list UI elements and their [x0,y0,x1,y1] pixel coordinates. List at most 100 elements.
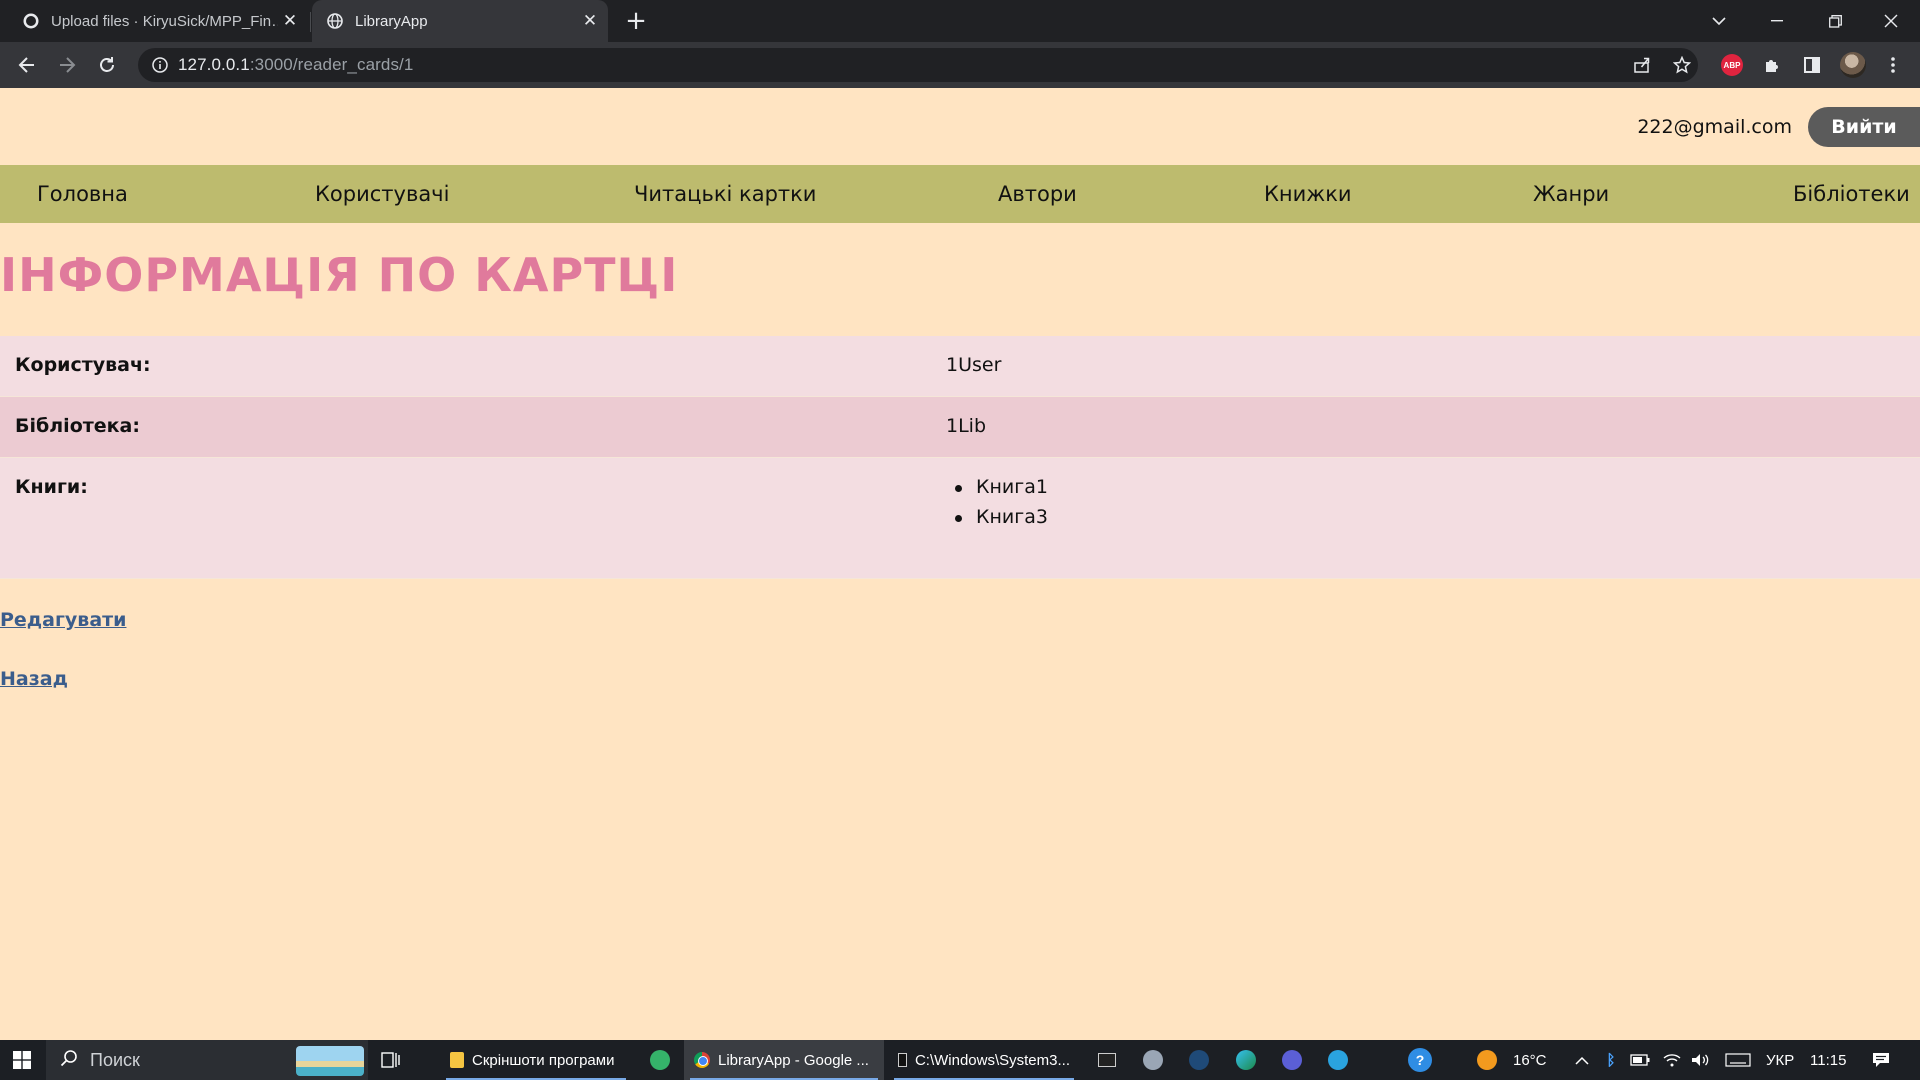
browser-tabstrip: Upload files · KiryuSick/MPP_Fin… ✕ Libr… [0,0,1920,42]
card-info-table: Користувач: 1User Бібліотека: 1Lib Книги… [0,336,1920,579]
taskbar-pinned-terminal[interactable] [1094,1040,1120,1080]
taskbar-pinned-app[interactable] [1140,1040,1166,1080]
nav-item-users[interactable]: Користувачі [315,165,449,223]
edge-icon [1236,1050,1256,1070]
nav-item-home[interactable]: Головна [37,165,128,223]
minimize-icon[interactable] [1748,0,1806,42]
profile-avatar[interactable] [1838,50,1868,80]
forward-arrow-icon[interactable] [52,50,82,80]
taskbar-app-cmd[interactable]: C:\Windows\System3... [888,1040,1080,1080]
browser-menu-icon[interactable] [1878,50,1908,80]
wifi-icon[interactable] [1660,1040,1684,1080]
user-label: Користувач: [15,354,151,376]
site-info-icon[interactable] [152,57,168,73]
search-placeholder: Поиск [90,1049,140,1070]
extensions-icon[interactable] [1757,50,1787,80]
url-path: :3000/reader_cards/1 [249,55,414,74]
close-tab-icon[interactable]: ✕ [278,9,302,33]
url-host: 127.0.0.1 [178,55,250,74]
volume-icon[interactable] [1688,1040,1712,1080]
start-button[interactable] [0,1040,44,1080]
taskbar-app-explorer[interactable]: Скріншоти програми [440,1040,632,1080]
library-value: 1Lib [946,415,987,437]
steam-icon [1189,1050,1209,1070]
nav-item-genres[interactable]: Жанри [1533,165,1609,223]
notifications-icon[interactable] [1866,1040,1896,1080]
media-player-icon [1282,1050,1302,1070]
books-list: Книга1 Книга3 [946,476,1048,536]
tab-libraryapp[interactable]: LibraryApp ✕ [312,0,608,42]
back-arrow-icon[interactable] [12,50,42,80]
telegram-icon [1328,1050,1348,1070]
taskbar-app-chrome[interactable]: LibraryApp - Google ... [684,1040,884,1080]
app-icon [1143,1050,1163,1070]
bookmark-star-icon[interactable] [1667,50,1697,80]
clock[interactable]: 11:15 [1810,1040,1846,1080]
nav-item-libraries[interactable]: Бібліотеки [1793,165,1910,223]
reload-icon[interactable] [92,50,122,80]
browser-toolbar: 127.0.0.1:3000/reader_cards/1 ABP [0,42,1920,88]
main-navigation: Головна Користувачі Читацькі картки Авто… [0,165,1920,223]
side-panel-icon[interactable] [1797,50,1827,80]
back-link[interactable]: Назад [0,668,68,690]
weather-temperature[interactable]: 16°C [1513,1040,1547,1080]
taskbar-search[interactable]: Поиск [46,1040,368,1080]
table-row-library: Бібліотека: 1Lib [0,397,1920,458]
windows-logo-icon [13,1051,31,1069]
task-view-icon[interactable] [376,1040,406,1080]
library-label: Бібліотека: [15,415,140,437]
console-icon [1098,1053,1116,1067]
books-label: Книги: [15,476,88,498]
tab-divider [310,12,311,32]
weather-icon [1474,1040,1500,1080]
user-value: 1User [946,354,1002,376]
edit-link[interactable]: Редагувати [0,609,126,631]
taskbar-pinned-player[interactable] [1279,1040,1305,1080]
page-content: 222@gmail.com Вийти Головна Користувачі … [0,88,1920,1040]
tab-search-icon[interactable] [1690,0,1748,42]
account-area: 222@gmail.com Вийти [1637,106,1920,148]
table-row-user: Користувач: 1User [0,336,1920,397]
taskbar-app-surfshark[interactable] [646,1040,674,1080]
help-icon[interactable]: ? [1405,1040,1435,1080]
restore-icon[interactable] [1806,0,1864,42]
list-item-book: Книга1 [946,476,1048,506]
taskbar-app-label: Скріншоти програми [472,1051,615,1069]
taskbar-app-label: LibraryApp - Google ... [718,1051,869,1069]
page-title: ІНФОРМАЦІЯ ПО КАРТЦІ [0,248,679,302]
taskbar-pinned-edge[interactable] [1233,1040,1259,1080]
vpn-icon [650,1050,670,1070]
search-highlight-image [296,1046,364,1076]
language-indicator[interactable]: УКР [1766,1040,1794,1080]
chrome-icon [694,1052,710,1068]
github-icon [22,13,39,30]
globe-icon [326,13,343,30]
taskbar-pinned-telegram[interactable] [1325,1040,1351,1080]
logout-button[interactable]: Вийти [1808,107,1920,147]
bluetooth-icon[interactable]: ᛒ [1600,1040,1622,1080]
url-text: 127.0.0.1:3000/reader_cards/1 [178,55,413,75]
folder-icon [450,1052,464,1068]
nav-item-books[interactable]: Книжки [1264,165,1352,223]
nav-item-reader-cards[interactable]: Читацькі картки [634,165,816,223]
battery-icon[interactable] [1628,1040,1652,1080]
tab-upload-files[interactable]: Upload files · KiryuSick/MPP_Fin… ✕ [8,0,308,42]
terminal-icon [898,1053,907,1067]
taskbar-app-label: C:\Windows\System3... [914,1051,1070,1069]
windows-taskbar: Поиск Скріншоти програми LibraryApp - Go… [0,1040,1920,1080]
address-bar[interactable]: 127.0.0.1:3000/reader_cards/1 [138,48,1698,82]
keyboard-icon[interactable] [1722,1040,1754,1080]
adblock-icon[interactable]: ABP [1717,50,1747,80]
list-item-book: Книга3 [946,506,1048,536]
nav-item-authors[interactable]: Автори [998,165,1077,223]
new-tab-button[interactable]: + [620,6,652,36]
taskbar-pinned-steam[interactable] [1186,1040,1212,1080]
search-icon [60,1049,78,1072]
table-row-books: Книги: Книга1 Книга3 [0,458,1920,579]
share-icon[interactable] [1627,50,1657,80]
close-window-icon[interactable] [1862,0,1920,42]
user-email: 222@gmail.com [1637,116,1792,138]
tab-title: Upload files · KiryuSick/MPP_Fin… [51,12,278,30]
close-tab-icon[interactable]: ✕ [578,9,602,33]
chevron-up-icon[interactable] [1571,1040,1593,1080]
